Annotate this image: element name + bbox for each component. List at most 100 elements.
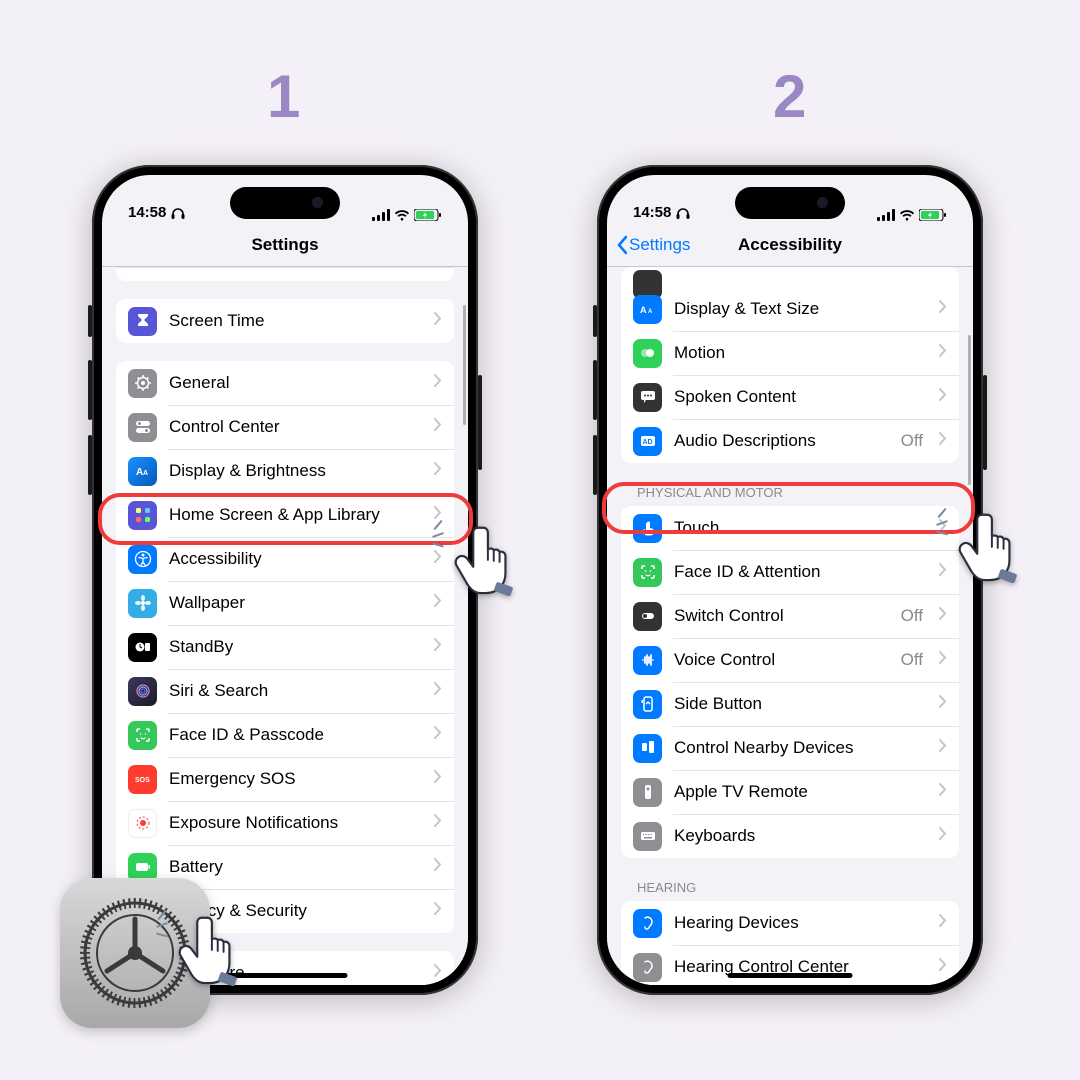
chevron-right-icon — [939, 651, 947, 669]
row-label: Voice Control — [674, 650, 889, 670]
row-label: Switch Control — [674, 606, 889, 626]
row-keyboards[interactable]: Keyboards — [621, 814, 959, 858]
row-touch[interactable]: Touch — [621, 506, 959, 550]
row-hearing-control-center[interactable]: Hearing Control Center — [621, 945, 959, 985]
row-siri-search[interactable]: Siri & Search — [116, 669, 454, 713]
nav-title: Accessibility — [738, 235, 842, 255]
accessibility-icon — [128, 545, 157, 574]
row-faceid-attention[interactable]: Face ID & Attention — [621, 550, 959, 594]
chevron-right-icon — [434, 902, 442, 920]
ad-icon: AD — [633, 427, 662, 456]
ear-cc-icon — [633, 953, 662, 982]
row-general[interactable]: General — [116, 361, 454, 405]
row-label: Siri & Search — [169, 681, 422, 701]
chevron-right-icon — [434, 550, 442, 568]
nav-bar: Settings Accessibility — [607, 223, 973, 267]
wifi-icon — [899, 209, 915, 221]
chevron-right-icon — [939, 695, 947, 713]
row-emergency-sos[interactable]: SOS Emergency SOS — [116, 757, 454, 801]
row-label: Control Nearby Devices — [674, 738, 927, 758]
chevron-right-icon — [434, 418, 442, 436]
chevron-right-icon — [939, 914, 947, 932]
section-header-hearing: HEARING — [607, 858, 973, 901]
row-label: Keyboards — [674, 826, 927, 846]
row-apple-tv-remote[interactable]: Apple TV Remote — [621, 770, 959, 814]
clock-icon — [128, 633, 157, 662]
nav-title: Settings — [251, 235, 318, 255]
chevron-left-icon — [615, 235, 627, 255]
cellular-icon — [372, 209, 390, 221]
row-voice-control[interactable]: Voice Control Off — [621, 638, 959, 682]
row-label: Spoken Content — [674, 387, 927, 407]
section-header-physical: PHYSICAL AND MOTOR — [607, 463, 973, 506]
row-standby[interactable]: StandBy — [116, 625, 454, 669]
side-button-icon — [633, 690, 662, 719]
row-motion[interactable]: Motion — [621, 331, 959, 375]
row-audio-descriptions[interactable]: AD Audio Descriptions Off — [621, 419, 959, 463]
row-switch-control[interactable]: Switch Control Off — [621, 594, 959, 638]
dynamic-island — [230, 187, 340, 219]
row-label: Wallpaper — [169, 593, 422, 613]
row-value: Off — [901, 650, 923, 670]
back-button[interactable]: Settings — [615, 235, 690, 255]
row-label: Motion — [674, 343, 927, 363]
row-display-text-size[interactable]: AA Display & Text Size — [621, 287, 959, 331]
status-time: 14:58 — [128, 204, 166, 221]
chevron-right-icon — [434, 594, 442, 612]
svg-text:A: A — [640, 305, 647, 315]
hourglass-icon — [128, 307, 157, 336]
gear-icon — [128, 369, 157, 398]
row-display-brightness[interactable]: AA Display & Brightness — [116, 449, 454, 493]
voice-icon — [633, 646, 662, 675]
row-accessibility[interactable]: Accessibility — [116, 537, 454, 581]
siri-icon — [128, 677, 157, 706]
step-number-2: 2 — [773, 62, 806, 131]
switch-icon — [633, 602, 662, 631]
headphones-icon — [675, 206, 691, 220]
wifi-icon — [394, 209, 410, 221]
chevron-right-icon — [939, 739, 947, 757]
row-spoken-content[interactable]: Spoken Content — [621, 375, 959, 419]
dynamic-island — [735, 187, 845, 219]
text-size-icon: AA — [633, 295, 662, 324]
chevron-right-icon — [939, 344, 947, 362]
scrollbar[interactable] — [463, 305, 466, 425]
phone-frame-2: 14:58 Settings Accessibility AA Display … — [597, 165, 983, 995]
row-control-center[interactable]: Control Center — [116, 405, 454, 449]
phone-frame-1: 14:58 Settings Screen Time — [92, 165, 478, 995]
row-hearing-devices[interactable]: Hearing Devices — [621, 901, 959, 945]
chevron-right-icon — [434, 462, 442, 480]
row-label: Touch — [674, 518, 927, 538]
chevron-right-icon — [939, 958, 947, 976]
row-faceid-passcode[interactable]: Face ID & Passcode — [116, 713, 454, 757]
exposure-icon — [128, 809, 157, 838]
row-control-nearby[interactable]: Control Nearby Devices — [621, 726, 959, 770]
row-label: Battery — [169, 857, 422, 877]
flower-icon — [128, 589, 157, 618]
home-indicator[interactable] — [728, 973, 853, 978]
face-id-icon — [633, 558, 662, 587]
sos-icon: SOS — [128, 765, 157, 794]
row-label: Face ID & Attention — [674, 562, 927, 582]
chevron-right-icon — [434, 638, 442, 656]
scrollbar[interactable] — [968, 335, 971, 485]
chevron-right-icon — [939, 827, 947, 845]
row-label: Apple TV Remote — [674, 782, 927, 802]
chevron-right-icon — [434, 726, 442, 744]
row-label: Exposure Notifications — [169, 813, 422, 833]
row-label: Hearing Devices — [674, 913, 927, 933]
row-side-button[interactable]: Side Button — [621, 682, 959, 726]
row-label: Control Center — [169, 417, 422, 437]
phone-screen-1: 14:58 Settings Screen Time — [102, 175, 468, 985]
row-label: Display & Text Size — [674, 299, 927, 319]
row-wallpaper[interactable]: Wallpaper — [116, 581, 454, 625]
step-number-1: 1 — [267, 62, 300, 131]
row-screen-time[interactable]: Screen Time — [116, 299, 454, 343]
svg-text:A: A — [143, 470, 148, 477]
row-home-screen[interactable]: Home Screen & App Library — [116, 493, 454, 537]
row-exposure-notifications[interactable]: Exposure Notifications — [116, 801, 454, 845]
row-value: Off — [901, 431, 923, 451]
row-label: General — [169, 373, 422, 393]
svg-text:A: A — [648, 309, 653, 315]
headphones-icon — [170, 206, 186, 220]
